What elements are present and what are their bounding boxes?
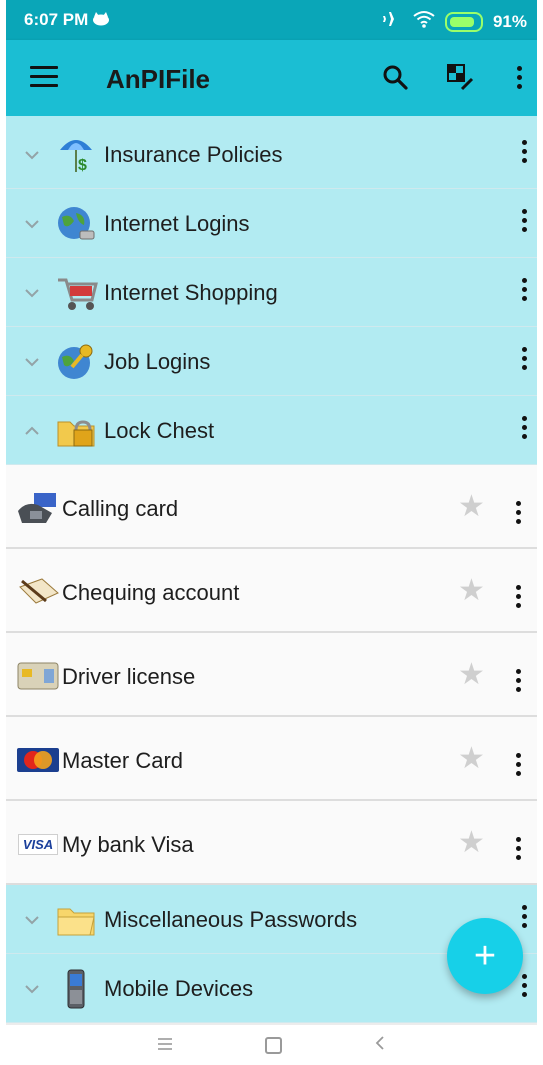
- group-label: Mobile Devices: [104, 976, 254, 1001]
- battery-percent: 91%: [492, 11, 527, 31]
- lock-folder-icon: [54, 410, 98, 452]
- list-item-master-card[interactable]: Master Card ★: [6, 717, 537, 801]
- item-label: Driver license: [62, 664, 196, 689]
- group-row-internet-logins[interactable]: Internet Logins: [6, 189, 537, 258]
- more-vert-icon[interactable]: [502, 60, 536, 94]
- airplane-mode-icon: [382, 10, 403, 33]
- recents-icon[interactable]: [157, 1034, 173, 1057]
- chevron-down-icon[interactable]: [24, 979, 40, 995]
- group-row-job-logins[interactable]: Job Logins: [6, 327, 537, 396]
- cat-icon: [92, 11, 110, 31]
- status-bar: 6:07 PM 91%: [6, 0, 537, 40]
- star-icon[interactable]: ★: [458, 489, 485, 524]
- star-icon[interactable]: ★: [458, 657, 485, 692]
- edit-grid-icon[interactable]: [443, 60, 477, 94]
- add-button[interactable]: +: [447, 918, 523, 994]
- list-item-chequing-account[interactable]: Chequing account ★: [6, 549, 537, 633]
- item-label: My bank Visa: [62, 832, 194, 857]
- more-vert-icon[interactable]: [522, 905, 527, 928]
- search-icon[interactable]: [378, 60, 412, 94]
- list-item-calling-card[interactable]: Calling card ★: [6, 465, 537, 549]
- chevron-down-icon[interactable]: [24, 910, 40, 926]
- back-icon[interactable]: [374, 1034, 386, 1057]
- app-bar: AnPIFile: [6, 40, 537, 116]
- wifi-icon: [413, 10, 435, 33]
- more-vert-icon[interactable]: [522, 347, 527, 370]
- item-label: Master Card: [62, 748, 184, 773]
- chevron-up-icon[interactable]: [24, 421, 40, 437]
- id-card-icon: [16, 659, 60, 693]
- umbrella-money-icon: $: [54, 134, 98, 176]
- group-label: Lock Chest: [104, 418, 215, 443]
- group-label: Miscellaneous Passwords: [104, 907, 358, 932]
- shopping-cart-icon: [54, 272, 98, 314]
- star-icon[interactable]: ★: [458, 573, 485, 608]
- status-time: 6:07 PM: [24, 10, 89, 29]
- more-vert-icon[interactable]: [522, 278, 527, 301]
- navigation-bar: [0, 1025, 543, 1065]
- folder-icon: [54, 899, 98, 941]
- chevron-down-icon[interactable]: [24, 283, 40, 299]
- status-icons: 91%: [382, 10, 527, 33]
- list-item-my-bank-visa[interactable]: VISA My bank Visa ★: [6, 801, 537, 885]
- cheque-pen-icon: [16, 575, 60, 609]
- more-vert-icon[interactable]: [522, 140, 527, 163]
- more-vert-icon[interactable]: [516, 837, 521, 860]
- more-vert-icon[interactable]: [516, 753, 521, 776]
- battery-charging-icon: [444, 11, 483, 32]
- visa-brand-text: VISA: [17, 833, 59, 855]
- home-icon[interactable]: [265, 1036, 282, 1054]
- chevron-down-icon[interactable]: [24, 145, 40, 161]
- add-icon: +: [473, 934, 497, 977]
- phone-card-icon: [16, 491, 60, 525]
- chevron-down-icon[interactable]: [24, 352, 40, 368]
- mastercard-icon: [16, 743, 60, 777]
- group-row-insurance-policies[interactable]: $ Insurance Policies: [6, 120, 537, 189]
- item-label: Calling card: [62, 496, 179, 521]
- app-title: AnPIFile: [106, 64, 211, 94]
- more-vert-icon[interactable]: [516, 501, 521, 524]
- svg-text:$: $: [78, 157, 87, 174]
- group-row-lock-chest[interactable]: Lock Chest: [6, 396, 537, 465]
- mobile-phone-icon: [54, 968, 98, 1010]
- group-label: Internet Shopping: [104, 280, 278, 305]
- globe-login-icon: [54, 203, 98, 245]
- star-icon[interactable]: ★: [458, 741, 485, 776]
- chevron-down-icon[interactable]: [24, 214, 40, 230]
- more-vert-icon[interactable]: [522, 974, 527, 997]
- more-vert-icon[interactable]: [522, 209, 527, 232]
- globe-key-icon: [54, 341, 98, 383]
- category-list: $ Insurance Policies Internet Logins Int…: [6, 116, 537, 1023]
- list-item-driver-license[interactable]: Driver license ★: [6, 633, 537, 717]
- group-row-internet-shopping[interactable]: Internet Shopping: [6, 258, 537, 327]
- star-icon[interactable]: ★: [458, 825, 485, 860]
- group-label: Job Logins: [104, 349, 211, 374]
- more-vert-icon[interactable]: [522, 416, 527, 439]
- menu-icon[interactable]: [30, 66, 58, 88]
- more-vert-icon[interactable]: [516, 585, 521, 608]
- app-frame: 6:07 PM 91% AnPIFile $ Insurance Policie…: [6, 0, 537, 1025]
- item-label: Chequing account: [62, 580, 240, 605]
- visa-icon: VISA: [16, 827, 60, 861]
- more-vert-icon[interactable]: [516, 669, 521, 692]
- group-label: Insurance Policies: [104, 142, 283, 167]
- group-label: Internet Logins: [104, 211, 250, 236]
